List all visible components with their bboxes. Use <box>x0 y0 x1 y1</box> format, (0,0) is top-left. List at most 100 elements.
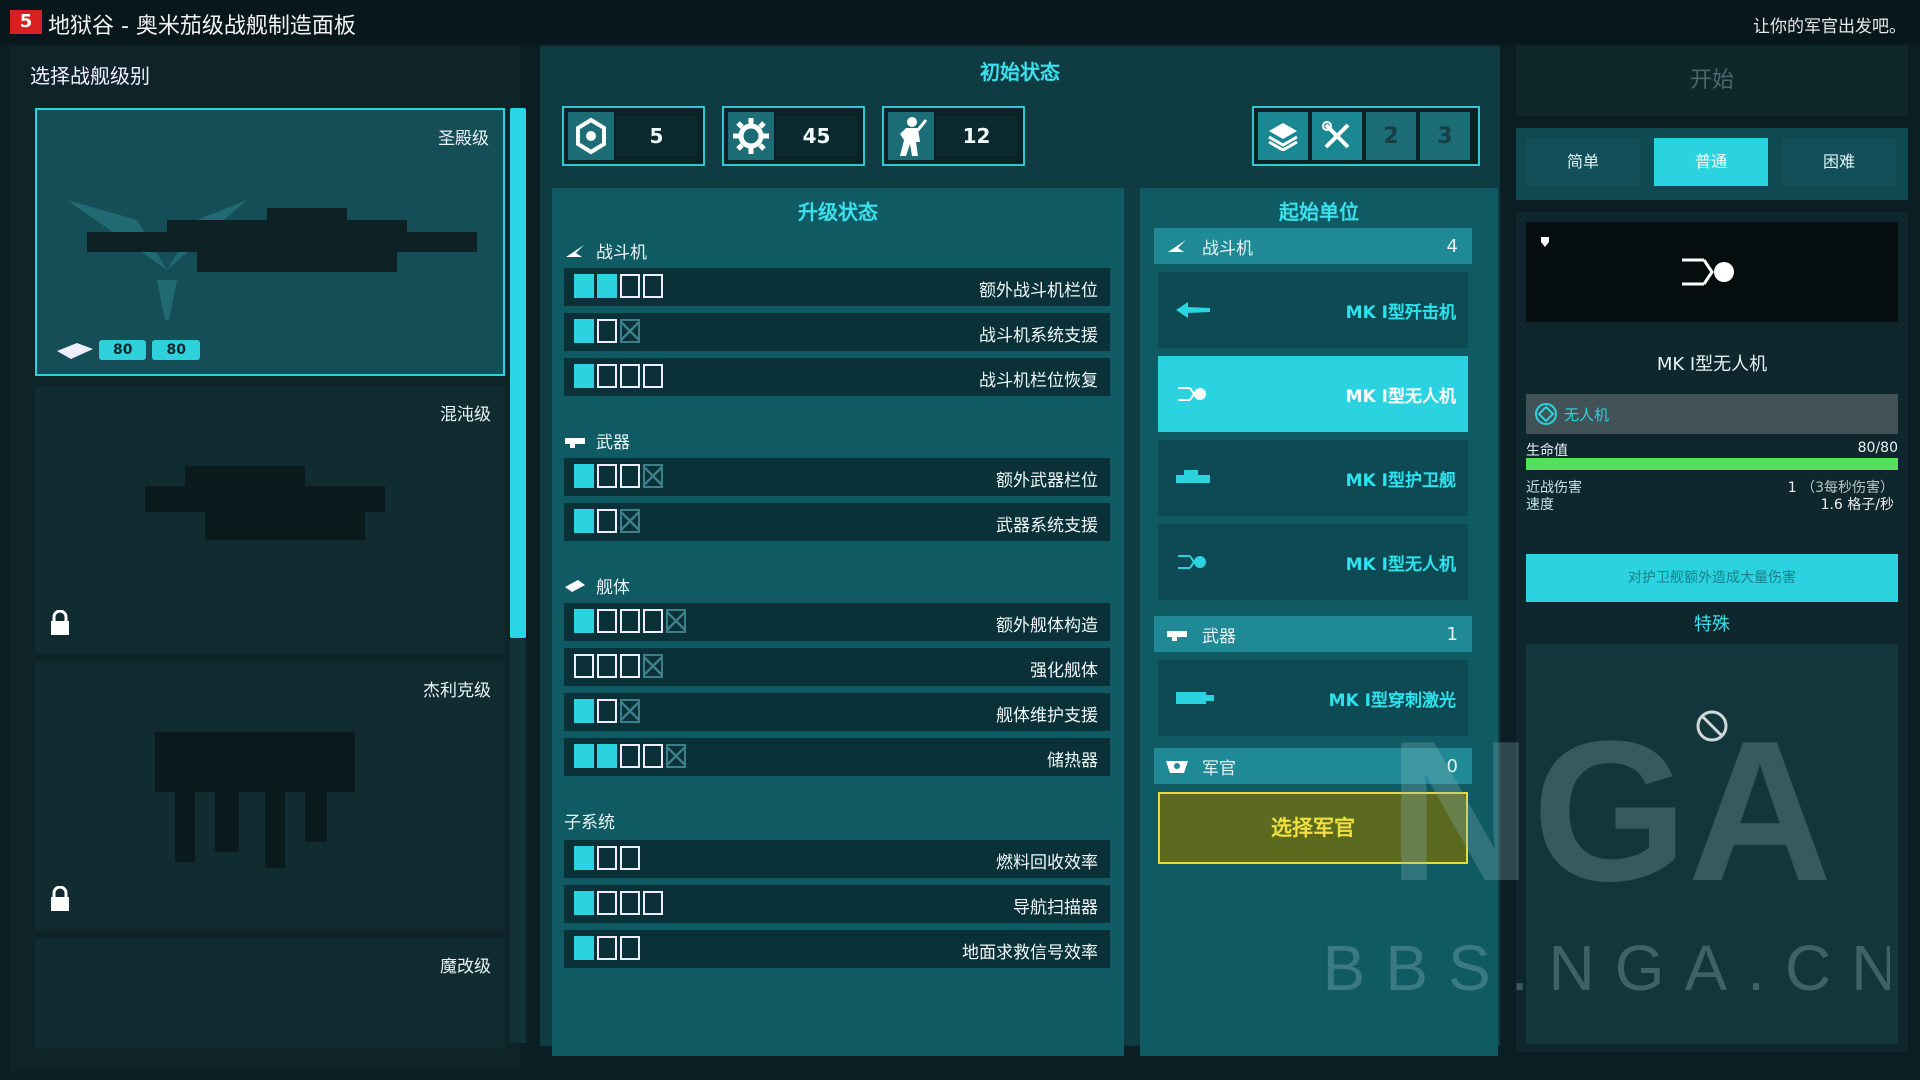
upgrade-row[interactable]: 战斗机系统支援 <box>564 313 1110 351</box>
upgrade-cell <box>574 936 594 960</box>
fighter-icon <box>566 244 584 257</box>
upgrade-level-cells <box>574 274 663 298</box>
difficulty-hard[interactable]: 困难 <box>1782 138 1896 186</box>
ship-card-chaos[interactable]: 混沌级 <box>35 386 505 654</box>
group-label: 军官 <box>1202 758 1236 779</box>
upgrade-cell <box>574 609 594 633</box>
upgrade-level-cells <box>574 744 686 768</box>
initial-state-title: 初始状态 <box>980 60 1060 84</box>
speed-value: 1.6 格子/秒 <box>1820 497 1894 513</box>
upgrade-cell <box>620 891 640 915</box>
section-title: 战斗机 <box>596 243 647 263</box>
hull-icon <box>565 579 585 592</box>
start-button[interactable]: 开始 <box>1516 46 1908 116</box>
ship-card-jelik[interactable]: 杰利克级 <box>35 662 505 930</box>
difficulty-selector: 简单 普通 困难 <box>1516 128 1908 200</box>
tool-slot-2[interactable]: 2 <box>1366 112 1416 160</box>
section-weapons-header: 武器 <box>564 428 630 453</box>
ship-list-scrollbar[interactable] <box>510 108 526 638</box>
laser-weapon-icon <box>1176 692 1214 704</box>
unit-slot-escort[interactable]: MK Ⅰ型护卫舰 <box>1158 440 1468 516</box>
hp-bar <box>1526 458 1898 470</box>
title-bar: 5 地狱谷 - 奥米茄级战舰制造面板 让你的军官出发吧。 <box>0 0 1920 44</box>
hp-row: 生命值 80/80 <box>1526 440 1898 460</box>
upgrade-cell <box>597 891 617 915</box>
upgrade-row[interactable]: 额外武器栏位 <box>564 458 1110 496</box>
upgrade-row[interactable]: 额外舰体构造 <box>564 603 1110 641</box>
upgrade-row[interactable]: 储热器 <box>564 738 1110 776</box>
upgrade-row[interactable]: 舰体维护支援 <box>564 693 1110 731</box>
upgrade-row[interactable]: 导航扫描器 <box>564 885 1110 923</box>
fighter-icon <box>1168 240 1186 252</box>
tool-slot-3[interactable]: 3 <box>1420 112 1470 160</box>
upgrade-cell <box>574 699 594 723</box>
unit-detail-panel: MK Ⅰ型无人机 无人机 生命值 80/80 近战伤害 速度 1 （3每秒伤害）… <box>1516 212 1908 1052</box>
upgrade-cell <box>597 654 617 678</box>
upgrade-title: 升级状态 <box>798 200 878 224</box>
stat-labels: 近战伤害 速度 <box>1526 480 1582 514</box>
section-fighters-header: 战斗机 <box>564 238 647 263</box>
no-ability-icon <box>1696 710 1728 742</box>
upgrade-row[interactable]: 战斗机栏位恢复 <box>564 358 1110 396</box>
gears-value: 45 <box>776 116 857 156</box>
unit-name: MK Ⅰ型穿刺激光 <box>1328 691 1456 711</box>
upgrade-row[interactable]: 地面求救信号效率 <box>564 930 1110 968</box>
melee-dps-note: （3每秒伤害） <box>1801 480 1894 496</box>
lock-icon <box>51 610 69 635</box>
hull-badges: 80 80 <box>57 340 200 360</box>
hp-bar-fill <box>1526 458 1898 470</box>
repair-tools-icon[interactable] <box>1312 112 1362 160</box>
upgrade-cell <box>597 936 617 960</box>
ship-silhouette-icon <box>145 466 385 540</box>
ship-card-modded[interactable]: 魔改级 <box>35 938 505 1048</box>
upgrade-level-cells <box>574 654 663 678</box>
drone-icon <box>1682 258 1734 286</box>
weapons-group-header: 武器 1 <box>1154 616 1472 652</box>
layers-icon[interactable] <box>1258 112 1308 160</box>
upgrade-cell <box>620 364 640 388</box>
upgrade-cell <box>597 699 617 723</box>
hull-badge: 80 <box>99 340 147 360</box>
melee-damage-value: 1 <box>1787 480 1797 496</box>
upgrade-cell <box>574 509 594 533</box>
unit-name: MK Ⅰ型无人机 <box>1345 387 1456 407</box>
difficulty-easy[interactable]: 简单 <box>1526 138 1640 186</box>
upgrade-label: 地面求救信号效率 <box>962 943 1098 963</box>
drone-icon <box>1178 387 1206 401</box>
unit-slot-drone-2[interactable]: MK Ⅰ型无人机 <box>1158 524 1468 600</box>
unit-slot-drone[interactable]: MK Ⅰ型无人机 <box>1158 356 1468 432</box>
escort-icon <box>1176 470 1210 483</box>
upgrade-cell <box>643 891 663 915</box>
difficulty-normal[interactable]: 普通 <box>1654 138 1768 186</box>
upgrade-cell <box>574 319 594 343</box>
upgrade-row[interactable]: 额外战斗机栏位 <box>564 268 1110 306</box>
unit-slot-laser[interactable]: MK Ⅰ型穿刺激光 <box>1158 660 1468 736</box>
upgrade-cell <box>620 744 640 768</box>
hp-value: 80/80 <box>1857 440 1898 456</box>
upgrade-row[interactable]: 武器系统支援 <box>564 503 1110 541</box>
unit-slot-interceptor[interactable]: MK Ⅰ型歼击机 <box>1158 272 1468 348</box>
lock-icon <box>51 886 69 911</box>
officer-icon <box>1166 761 1188 773</box>
select-officer-button[interactable]: 选择军官 <box>1158 792 1468 864</box>
ship-class-name: 混沌级 <box>440 405 491 425</box>
upgrade-row[interactable]: 燃料回收效率 <box>564 840 1110 878</box>
upgrade-row[interactable]: 强化舰体 <box>564 648 1110 686</box>
upgrade-cell <box>597 274 617 298</box>
locked-upgrade-cell <box>666 744 686 768</box>
starting-units-panel: 起始单位 战斗机 4 MK Ⅰ型歼击机 MK Ⅰ型无人机 MK Ⅰ型护卫舰 MK… <box>1140 188 1498 1056</box>
hull-icon <box>57 343 93 359</box>
upgrade-label: 燃料回收效率 <box>996 853 1098 873</box>
upgrade-cell <box>574 364 594 388</box>
parts-value: 5 <box>616 116 697 156</box>
upgrade-cell <box>620 936 640 960</box>
shield-icon <box>1541 237 1549 247</box>
upgrade-level-cells <box>574 936 640 960</box>
special-title: 特殊 <box>1694 614 1730 635</box>
upgrade-cell <box>620 464 640 488</box>
ship-card-sanctum[interactable]: 圣殿级 80 80 <box>35 108 505 376</box>
fighters-group-header: 战斗机 4 <box>1154 228 1472 264</box>
upgrade-label: 战斗机栏位恢复 <box>979 371 1098 391</box>
upgrade-level-cells <box>574 319 640 343</box>
upgrade-level-cells <box>574 699 640 723</box>
